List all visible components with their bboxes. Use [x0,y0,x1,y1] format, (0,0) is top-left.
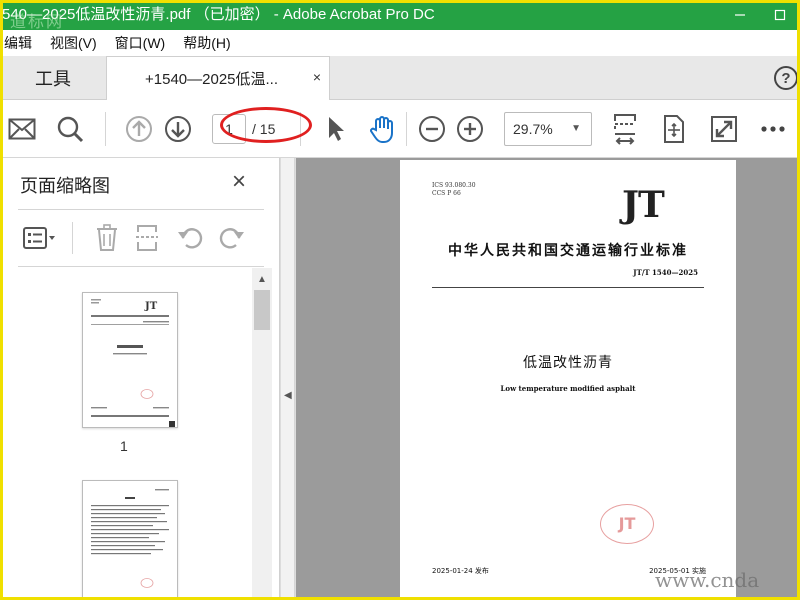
standard-title: 中华人民共和国交通运输行业标准 [448,243,688,259]
minimize-icon[interactable] [720,0,760,30]
document-view: ICS 93.080.30 CCS P 66 JT 中华人民共和国交通运输行业标… [296,158,800,600]
split-page-icon[interactable] [130,222,164,254]
watermark-url: www.cnda [655,568,760,592]
rotate-view-icon[interactable] [658,114,688,144]
menu-edit[interactable]: 编辑 [4,33,32,53]
fullscreen-icon[interactable] [709,114,739,144]
zoom-value: 29.7% [513,121,553,137]
rotate-right-icon[interactable] [214,222,248,254]
more-icon[interactable] [758,114,788,144]
search-icon[interactable] [55,114,85,144]
watermark-logo: 道标网 [10,12,65,30]
thumbnail-page-2[interactable] [82,480,178,600]
ics-code: ICS 93.080.30 CCS P 66 [432,182,476,197]
jt-stamp: JT [600,504,654,544]
mail-icon[interactable] [7,114,37,144]
chevron-up-icon[interactable]: ▲ [252,270,272,288]
svg-text:JT: JT [144,301,158,312]
toolbar: 1 / 15 29.7% ▼ [0,100,800,158]
thumbnail-toolbar [18,210,264,266]
close-icon[interactable]: × [313,69,321,85]
document-title-en: Low temperature modified asphalt [500,384,636,393]
delete-icon[interactable] [90,222,124,254]
zoom-in-icon[interactable] [455,114,485,144]
divider [432,287,704,288]
thumbnail-options-icon[interactable] [22,222,56,254]
chevron-left-icon[interactable]: ◀ [284,390,292,401]
panel-collapse-strip[interactable]: ◀ [281,158,295,600]
tab-document-label: +1540—2025低温... [145,71,279,88]
document-page: ICS 93.080.30 CCS P 66 JT 中华人民共和国交通运输行业标… [400,160,736,600]
rotate-left-icon[interactable] [174,222,208,254]
jt-logo: JT [622,184,665,226]
tab-tools[interactable]: 工具 [4,56,102,100]
hand-tool-icon[interactable] [367,114,397,144]
document-title-cn: 低温改性沥青 [523,355,613,371]
select-pointer-icon[interactable] [320,114,350,144]
thumbnail-list: JT 1 [0,268,252,600]
tab-bar: 工具 +1540—2025低温... × ? [0,56,800,100]
fit-page-icon[interactable] [610,114,640,145]
thumbnail-number: 1 [120,438,128,454]
zoom-select[interactable]: 29.7% ▼ [504,112,592,146]
menu-bar: 编辑 视图(V) 窗口(W) 帮助(H) [0,30,800,56]
chevron-down-icon: ▼ [571,123,581,134]
help-icon[interactable]: ? [774,66,798,90]
tab-document[interactable]: +1540—2025低温... × [106,56,330,100]
issue-date: 2025-01-24 发布 [432,567,489,575]
page-thumbnails-panel: 页面缩略图 × JT 1 ▲ [0,158,280,600]
window-controls [720,0,800,30]
thumbnail-scrollbar[interactable]: ▲ [252,268,272,600]
page-total: / 15 [252,121,276,137]
thumbnail-page-1[interactable]: JT [82,292,178,428]
page-number-input[interactable]: 1 [212,114,246,144]
zoom-out-icon[interactable] [417,114,447,144]
maximize-icon[interactable] [760,0,800,30]
page-down-icon[interactable] [163,114,193,144]
scrollbar-thumb[interactable] [254,290,270,330]
title-bar: 540—2025低温改性沥青.pdf （已加密） - Adobe Acrobat… [0,0,800,30]
close-icon[interactable]: × [232,170,246,194]
window-title: 540—2025低温改性沥青.pdf （已加密） - Adobe Acrobat… [2,6,435,23]
panel-title: 页面缩略图 [20,176,110,196]
menu-view[interactable]: 视图(V) [50,33,97,53]
menu-help[interactable]: 帮助(H) [183,33,230,53]
menu-window[interactable]: 窗口(W) [115,33,166,53]
standard-code: JT/T 1540—2025 [633,268,698,277]
page-up-icon[interactable] [124,114,154,144]
